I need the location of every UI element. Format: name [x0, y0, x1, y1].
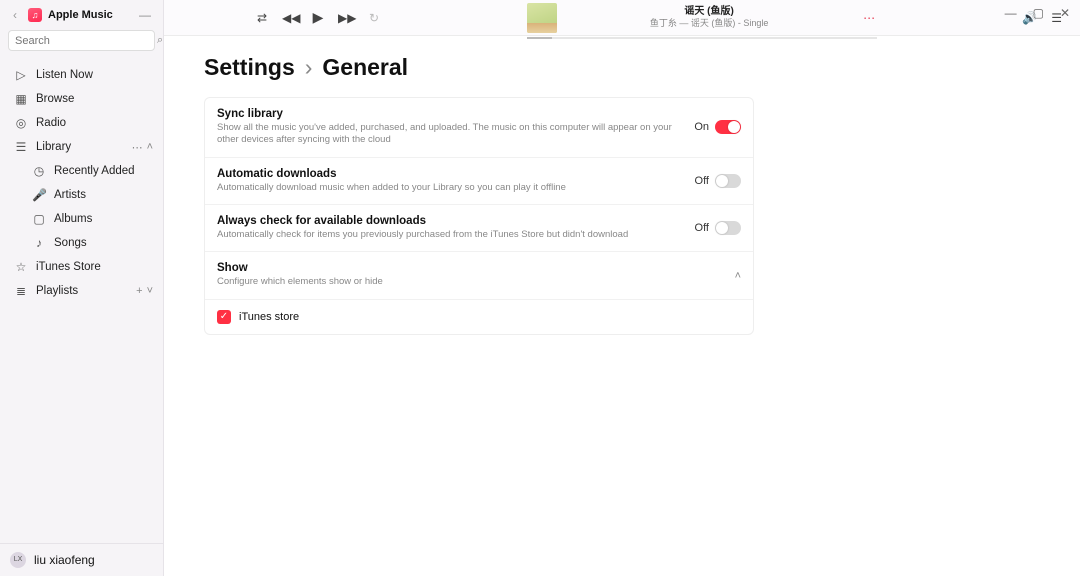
- sidebar-item-songs[interactable]: ♪ Songs: [0, 231, 163, 255]
- chevron-up-icon[interactable]: ˄: [147, 141, 153, 154]
- settings-panel: Sync library Show all the music you've a…: [204, 97, 754, 335]
- maximize-icon[interactable]: ▢: [1033, 6, 1044, 20]
- window-controls: — ▢ ✕: [1005, 6, 1070, 20]
- previous-icon[interactable]: ◀◀: [282, 11, 298, 25]
- setting-title: Always check for available downloads: [217, 215, 695, 227]
- user-name: liu xiaofeng: [34, 553, 95, 567]
- toggle-auto-downloads[interactable]: [715, 174, 741, 188]
- sidebar-item-label: iTunes Store: [36, 261, 101, 273]
- now-playing-title: 谣天 (鱼版): [565, 6, 853, 18]
- back-arrow-icon[interactable]: ‹: [8, 8, 22, 22]
- add-playlist-icon[interactable]: +: [136, 285, 142, 297]
- sidebar-item-radio[interactable]: ◎ Radio: [0, 111, 163, 135]
- search-input[interactable]: ⌕: [8, 30, 155, 51]
- setting-state: On: [694, 121, 709, 133]
- star-icon: ☆: [14, 260, 28, 274]
- setting-title: Automatic downloads: [217, 168, 695, 180]
- sidebar-item-albums[interactable]: ▢ Albums: [0, 207, 163, 231]
- setting-row-show[interactable]: Show Configure which elements show or hi…: [205, 252, 753, 299]
- app-name: Apple Music: [48, 9, 113, 21]
- more-icon[interactable]: ⋯: [132, 141, 143, 154]
- breadcrumb-root[interactable]: Settings: [204, 54, 295, 81]
- next-icon[interactable]: ▶▶: [338, 11, 354, 25]
- sidebar-item-recently-added[interactable]: ◷ Recently Added: [0, 159, 163, 183]
- sidebar-item-label: Artists: [54, 189, 86, 201]
- setting-subtitle: Show all the music you've added, purchas…: [217, 122, 694, 147]
- setting-title: Sync library: [217, 108, 694, 120]
- sidebar-item-browse[interactable]: ▦ Browse: [0, 87, 163, 111]
- avatar: LX: [10, 552, 26, 568]
- sidebar-item-label: Playlists: [36, 285, 78, 297]
- user-footer[interactable]: LX liu xiaofeng: [0, 543, 163, 576]
- sidebar-item-label: Songs: [54, 237, 87, 249]
- sidebar-item-library[interactable]: ☰ Library ⋯ ˄: [0, 135, 163, 159]
- checkbox-checked-icon[interactable]: ✓: [217, 310, 231, 324]
- setting-row-auto-downloads: Automatic downloads Automatically downlo…: [205, 158, 753, 205]
- toggle-check-downloads[interactable]: [715, 221, 741, 235]
- search-field[interactable]: [15, 35, 157, 47]
- chevron-down-icon[interactable]: ˅: [147, 285, 153, 297]
- now-playing-more-icon[interactable]: ⋯: [861, 11, 877, 25]
- breadcrumb-leaf: General: [322, 54, 408, 81]
- sidebar-item-playlists[interactable]: ≣ Playlists + ˅: [0, 279, 163, 303]
- breadcrumb: Settings › General: [204, 54, 1040, 81]
- setting-subtitle: Configure which elements show or hide: [217, 276, 735, 288]
- album-art: [527, 3, 557, 33]
- chevron-right-icon: ›: [305, 54, 313, 81]
- sidebar-item-label: Listen Now: [36, 69, 93, 81]
- chevron-up-icon: ˄: [735, 270, 741, 282]
- note-icon: ♪: [32, 236, 46, 250]
- progress-bar[interactable]: [527, 37, 877, 39]
- minimize-icon[interactable]: —: [1005, 6, 1017, 20]
- sidebar-item-listen-now[interactable]: ▷ Listen Now: [0, 63, 163, 87]
- sidebar-item-label: Radio: [36, 117, 66, 129]
- playlist-icon: ≣: [14, 284, 28, 298]
- sidebar: ‹ ♫ Apple Music — ⌕ ▷Listen Now ▦Browse …: [0, 0, 164, 576]
- toggle-sync-library[interactable]: [715, 120, 741, 134]
- sidebar-item-artists[interactable]: 🎤 Artists: [0, 183, 163, 207]
- sidebar-item-label: Albums: [54, 213, 92, 225]
- shuffle-icon[interactable]: ⇄: [254, 11, 270, 25]
- setting-state: Off: [695, 175, 709, 187]
- grid-icon: ▦: [14, 92, 28, 106]
- mic-icon: 🎤: [32, 188, 46, 202]
- sidebar-item-label: Library: [36, 141, 71, 153]
- close-icon[interactable]: ✕: [1060, 6, 1070, 20]
- setting-subtitle: Automatically check for items you previo…: [217, 229, 695, 241]
- sidebar-item-itunes-store[interactable]: ☆ iTunes Store: [0, 255, 163, 279]
- show-option-itunes-store[interactable]: ✓ iTunes store: [205, 300, 753, 334]
- repeat-icon[interactable]: ↻: [366, 11, 382, 25]
- now-playing[interactable]: 谣天 (鱼版) 鱼丁糸 — 谣天 (鱼版) - Single ⋯: [527, 3, 877, 33]
- apple-music-logo-icon: ♫: [28, 8, 42, 22]
- radio-icon: ◎: [14, 116, 28, 130]
- setting-subtitle: Automatically download music when added …: [217, 182, 695, 194]
- setting-row-check-downloads: Always check for available downloads Aut…: [205, 205, 753, 252]
- show-option-label: iTunes store: [239, 311, 299, 323]
- library-icon: ☰: [14, 140, 28, 154]
- sidebar-item-label: Recently Added: [54, 165, 135, 177]
- play-icon[interactable]: ▶: [310, 9, 326, 26]
- setting-row-sync-library: Sync library Show all the music you've a…: [205, 98, 753, 158]
- now-playing-subtitle: 鱼丁糸 — 谣天 (鱼版) - Single: [565, 18, 853, 29]
- play-circle-icon: ▷: [14, 68, 28, 82]
- album-icon: ▢: [32, 212, 46, 226]
- setting-title: Show: [217, 262, 735, 274]
- clock-icon: ◷: [32, 164, 46, 178]
- sidebar-collapse-icon[interactable]: —: [135, 8, 155, 22]
- setting-state: Off: [695, 222, 709, 234]
- search-icon: ⌕: [157, 34, 163, 47]
- sidebar-item-label: Browse: [36, 93, 74, 105]
- topbar: ⇄ ◀◀ ▶ ▶▶ ↻ 谣天 (鱼版) 鱼丁糸 — 谣天 (鱼版) - Sing…: [164, 0, 1080, 36]
